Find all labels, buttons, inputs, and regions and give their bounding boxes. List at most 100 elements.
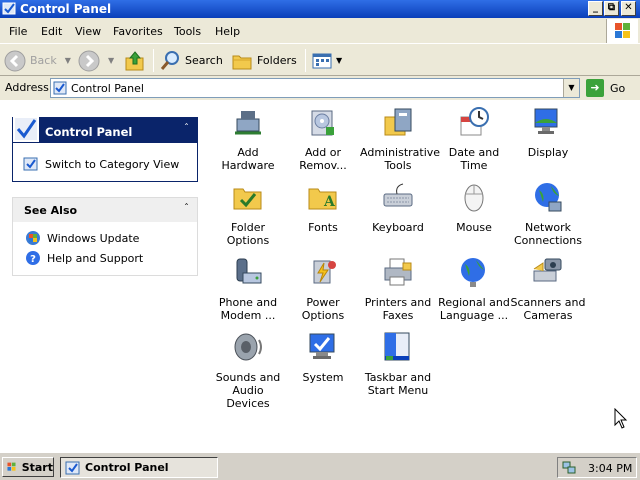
control-panel-item-label: Power Options <box>301 296 345 322</box>
control-panel-item-label: Network Connections <box>514 221 582 247</box>
control-panel-item-label: System <box>302 371 344 384</box>
control-panel-item-label: Scanners and Cameras <box>510 296 586 322</box>
taskbar-item-control-panel[interactable]: Control Panel <box>60 457 218 478</box>
forward-arrow-icon <box>78 50 100 71</box>
control-panel-icon <box>65 461 80 474</box>
control-panel-section: Control Panel ˆ Switch to Category View <box>12 116 198 182</box>
menu-tools[interactable]: Tools <box>174 25 201 38</box>
control-panel-item-label: Date and Time <box>448 146 500 172</box>
control-panel-item[interactable]: Folder Options <box>210 180 286 247</box>
menu-bar: File Edit View Favorites Tools Help <box>0 18 640 44</box>
control-panel-item-label: Keyboard <box>372 221 424 234</box>
views-dropdown-icon[interactable]: ▼ <box>336 56 342 65</box>
network-tray-icon[interactable] <box>562 460 577 475</box>
switch-to-category-view-link[interactable]: Switch to Category View <box>23 156 179 172</box>
control-panel-item[interactable]: Scanners and Cameras <box>510 255 586 322</box>
control-panel-item-label: Printers and Faxes <box>364 296 432 322</box>
address-value: Control Panel <box>71 82 144 95</box>
control-panel-item[interactable]: Add Hardware <box>210 105 286 172</box>
control-panel-item-label: Regional and Language ... <box>438 296 510 322</box>
back-button[interactable]: Back ▼ <box>4 49 71 72</box>
mouse-cursor-icon <box>614 408 628 429</box>
control-panel-large-icon <box>13 116 39 142</box>
printers-faxes-icon <box>384 258 412 286</box>
toolbar: Back ▼ ▼ Search Folders ▼ <box>0 45 640 76</box>
control-panel-item[interactable]: Mouse <box>436 180 512 234</box>
folder-options-icon <box>233 188 262 210</box>
power-options-icon <box>313 260 336 284</box>
control-panel-item[interactable]: Taskbar and Start Menu <box>360 330 436 397</box>
collapse-chevron-icon[interactable]: ˆ <box>184 203 189 214</box>
system-icon <box>309 333 335 359</box>
control-panel-item[interactable]: Regional and Language ... <box>436 255 512 322</box>
windows-logo-icon <box>606 19 638 43</box>
forward-dropdown-icon[interactable]: ▼ <box>108 56 114 65</box>
address-input[interactable]: Control Panel ▼ <box>50 78 580 98</box>
windows-flag-icon <box>7 462 16 471</box>
views-button[interactable]: ▼ <box>311 49 342 72</box>
go-arrow-icon: ➜ <box>586 79 604 97</box>
control-panel-item-label: Phone and Modem ... <box>218 296 278 322</box>
menu-favorites[interactable]: Favorites <box>113 25 163 38</box>
svg-text:A: A <box>323 194 336 210</box>
administrative-tools-icon <box>384 108 412 136</box>
folders-button[interactable]: Folders <box>231 49 297 72</box>
taskbar: Start Control Panel 3:04 PM <box>0 452 640 480</box>
minimize-button[interactable]: _ <box>588 1 603 16</box>
help-and-support-link[interactable]: ? Help and Support <box>25 250 143 266</box>
start-button[interactable]: Start <box>2 457 54 477</box>
fonts-icon: A <box>308 188 337 210</box>
address-bar: Address Control Panel ▼ ➜ Go <box>0 77 640 99</box>
menu-file[interactable]: File <box>9 25 27 38</box>
menu-edit[interactable]: Edit <box>41 25 62 38</box>
collapse-chevron-icon[interactable]: ˆ <box>184 123 189 134</box>
control-panel-item-label: Add Hardware <box>221 146 275 172</box>
control-panel-item[interactable]: Display <box>510 105 586 159</box>
see-also-header[interactable]: See Also ˆ <box>13 198 197 222</box>
control-panel-item[interactable]: Add or Remov... <box>285 105 361 172</box>
network-connections-icon <box>535 183 562 212</box>
control-panel-item[interactable]: Date and Time <box>436 105 512 172</box>
back-dropdown-icon[interactable]: ▼ <box>65 56 71 65</box>
menu-view[interactable]: View <box>75 25 101 38</box>
title-bar[interactable]: Control Panel _ ⧉ ✕ <box>0 0 640 18</box>
control-panel-item[interactable]: A Fonts <box>285 180 361 234</box>
see-also-title: See Also <box>24 204 78 217</box>
display-icon <box>534 108 558 134</box>
search-button[interactable]: Search <box>159 49 223 72</box>
control-panel-item[interactable]: Network Connections <box>510 180 586 247</box>
control-panel-item-label: Display <box>527 146 569 159</box>
control-panel-icon <box>53 81 67 95</box>
clock[interactable]: 3:04 PM <box>588 462 632 475</box>
address-dropdown-icon[interactable]: ▼ <box>563 79 579 97</box>
control-panel-item[interactable]: System <box>285 330 361 384</box>
control-panel-item-label: Folder Options <box>226 221 270 247</box>
control-panel-item[interactable]: Administrative Tools <box>360 105 440 172</box>
up-folder-button[interactable] <box>124 49 146 72</box>
control-panel-item[interactable]: Keyboard <box>360 180 436 234</box>
scanners-cameras-icon <box>533 258 562 282</box>
control-panel-item[interactable]: Printers and Faxes <box>360 255 436 322</box>
control-panel-item-label: Sounds and Audio Devices <box>215 371 281 410</box>
control-panel-item[interactable]: Sounds and Audio Devices <box>210 330 286 410</box>
system-tray: 3:04 PM <box>557 457 637 478</box>
toolbar-separator <box>305 49 306 72</box>
windows-update-icon <box>26 231 40 245</box>
control-panel-item[interactable]: Phone and Modem ... <box>210 255 286 322</box>
help-icon: ? <box>26 251 40 265</box>
forward-button[interactable]: ▼ <box>78 49 114 72</box>
search-icon <box>160 50 179 70</box>
menu-help[interactable]: Help <box>215 25 240 38</box>
restore-button[interactable]: ⧉ <box>604 1 619 16</box>
taskbar-start-menu-icon <box>384 332 410 361</box>
control-panel-item[interactable]: Power Options <box>285 255 361 322</box>
control-panel-item-label: Add or Remov... <box>299 146 347 172</box>
sounds-audio-icon <box>234 333 262 361</box>
back-arrow-icon <box>4 50 26 71</box>
close-button[interactable]: ✕ <box>621 1 636 16</box>
address-label: Address <box>5 81 49 94</box>
windows-update-link[interactable]: Windows Update <box>25 230 139 246</box>
control-panel-item-label: Fonts <box>308 221 338 234</box>
control-panel-icon <box>2 2 16 15</box>
go-button[interactable]: ➜ Go <box>586 78 636 98</box>
